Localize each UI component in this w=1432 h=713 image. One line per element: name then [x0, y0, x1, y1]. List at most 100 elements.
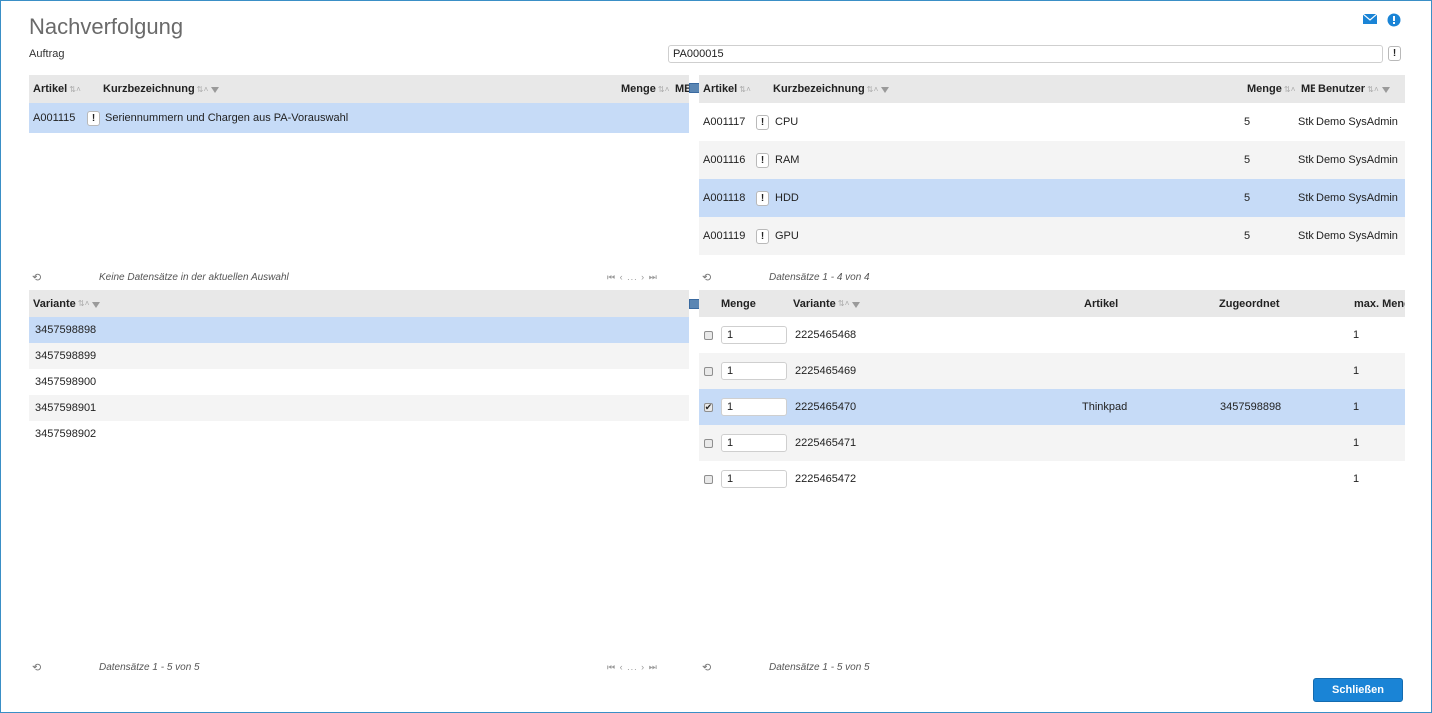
refresh-icon[interactable]: ⟲ [702, 661, 711, 674]
pager-ellipsis: ... [627, 662, 638, 672]
refresh-icon[interactable]: ⟲ [32, 661, 41, 674]
filter-icon[interactable] [1381, 87, 1390, 93]
sort-icon[interactable]: ⇅ ˄ [838, 299, 850, 308]
row-detail-button[interactable]: ! [756, 179, 769, 217]
table-row[interactable]: 1 2225465471 1 [699, 425, 1405, 461]
table-row[interactable]: A001116 ! RAM 5 Stk Demo SysAdmin [699, 141, 1405, 179]
col-menge[interactable]: Menge [721, 290, 756, 317]
menge-input[interactable]: 1 [721, 353, 787, 389]
pager-next-icon[interactable]: › [641, 272, 645, 282]
menge-input[interactable]: 1 [721, 461, 787, 497]
sort-icon[interactable]: ⇅ ˄ [867, 85, 879, 94]
col-kurzbezeichnung[interactable]: Kurzbezeichnung ⇅ ˄ [103, 75, 220, 103]
col-benutzer[interactable]: Benutzer ⇅ ˄ [1318, 75, 1390, 103]
menge-value: 1 [721, 434, 787, 452]
col-me-label: ME [1301, 83, 1315, 95]
col-variante[interactable]: Variante ⇅ ˄ [33, 290, 101, 317]
pager-icons: ⏮ ‹ ... › ⏭ [607, 662, 658, 673]
row-detail-button[interactable]: ! [756, 141, 769, 179]
row-checkbox[interactable] [704, 317, 713, 353]
table-row[interactable]: 1 2225465468 1 [699, 317, 1405, 353]
filter-icon[interactable] [881, 87, 890, 93]
table-row[interactable]: A001115 ! Seriennummern und Chargen aus … [29, 103, 689, 133]
component-grid-header: Artikel ⇅ ˄ Kurzbezeichnung ⇅ ˄ Menge ⇅ ˄ M… [699, 75, 1405, 103]
sort-icon[interactable]: ⇅ ˄ [197, 85, 209, 94]
col-menge-label: Menge [1247, 83, 1282, 95]
filter-icon[interactable] [852, 301, 861, 308]
sort-icon[interactable]: ⇅ ˄ [1284, 85, 1296, 94]
table-row[interactable]: A001118 ! HDD 5 Stk Demo SysAdmin [699, 179, 1405, 217]
row-detail-button[interactable]: ! [756, 103, 769, 141]
col-me-label: ME [675, 83, 689, 95]
variant-grid-header: Variante ⇅ ˄ [29, 290, 689, 317]
col-artikel[interactable]: Artikel ⇅ ˄ [33, 75, 81, 103]
col-artikel[interactable]: Artikel [1084, 290, 1118, 317]
table-row[interactable]: A001117 ! CPU 5 Stk Demo SysAdmin [699, 103, 1405, 141]
row-checkbox[interactable] [704, 425, 713, 461]
assignment-grid: Menge Variante ⇅ ˄ Artikel Zugeordnet max… [699, 290, 1405, 676]
cell-variante: 3457598900 [35, 376, 97, 388]
sort-icon[interactable]: ⇅ ˄ [1367, 85, 1379, 94]
col-artikel-label: Artikel [703, 83, 738, 95]
table-row[interactable]: 1 2225465472 1 [699, 461, 1405, 497]
col-me[interactable]: ME [1301, 75, 1315, 103]
menge-input[interactable]: 1 [721, 317, 787, 353]
col-zugeordnet[interactable]: Zugeordnet [1219, 290, 1280, 317]
table-row[interactable]: 3457598901 [29, 395, 689, 421]
cell-variante: 3457598898 [35, 324, 97, 336]
table-row[interactable]: ✔ 1 2225465470 Thinkpad 3457598898 1 [699, 389, 1405, 425]
auftrag-detail-button[interactable]: ! [1388, 46, 1401, 61]
close-button[interactable]: Schließen [1313, 678, 1403, 702]
table-row[interactable]: 3457598900 [29, 369, 689, 395]
sort-icon[interactable]: ⇅ ˄ [739, 85, 751, 94]
row-checkbox[interactable] [704, 353, 713, 389]
table-row[interactable]: A001119 ! GPU 5 Stk Demo SysAdmin [699, 217, 1405, 255]
col-kurzbezeichnung[interactable]: Kurzbezeichnung ⇅ ˄ [773, 75, 890, 103]
col-variante[interactable]: Variante ⇅ ˄ [793, 290, 861, 317]
refresh-icon[interactable]: ⟲ [702, 271, 711, 284]
row-detail-glyph: ! [756, 190, 769, 206]
pager-next-icon[interactable]: › [641, 662, 645, 672]
row-checkbox[interactable] [704, 461, 713, 497]
table-row[interactable]: 1 2225465469 1 [699, 353, 1405, 389]
col-me[interactable]: ME [675, 75, 689, 103]
cell-menge: 5 [1244, 230, 1251, 242]
table-row[interactable]: 3457598902 [29, 421, 689, 447]
filter-icon[interactable] [211, 87, 220, 93]
menge-value: 1 [721, 326, 787, 344]
col-artikel[interactable]: Artikel ⇅ ˄ [703, 75, 751, 103]
help-icon[interactable] [1387, 13, 1401, 30]
auftrag-input[interactable]: PA000015 [668, 45, 1383, 63]
pager-last-icon[interactable]: ⏭ [649, 272, 658, 282]
sort-icon[interactable]: ⇅ ˄ [69, 85, 81, 94]
filter-icon[interactable] [92, 301, 101, 308]
assignment-grid-header: Menge Variante ⇅ ˄ Artikel Zugeordnet max… [699, 290, 1405, 317]
pager-first-icon[interactable]: ⏮ [607, 272, 616, 282]
cell-menge: 5 [1244, 116, 1251, 128]
table-row[interactable]: 3457598898 [29, 317, 689, 343]
mail-icon[interactable] [1362, 13, 1378, 27]
table-row[interactable]: 3457598899 [29, 343, 689, 369]
sort-icon[interactable]: ⇅ ˄ [658, 85, 670, 94]
menge-input[interactable]: 1 [721, 425, 787, 461]
row-detail-button[interactable]: ! [756, 217, 769, 255]
pager-prev-icon[interactable]: ‹ [620, 272, 624, 282]
pager-prev-icon[interactable]: ‹ [620, 662, 624, 672]
sort-icon[interactable]: ⇅ ˄ [78, 299, 90, 308]
pager-last-icon[interactable]: ⏭ [649, 662, 658, 672]
row-checkbox[interactable]: ✔ [704, 389, 713, 425]
col-menge[interactable]: Menge ⇅ ˄ [621, 75, 670, 103]
cell-kurzbezeichnung: CPU [775, 116, 799, 128]
col-menge[interactable]: Menge ⇅ ˄ [1247, 75, 1296, 103]
col-max-menge[interactable]: max. Menge [1354, 290, 1405, 317]
cell-variante: 3457598901 [35, 402, 97, 414]
auftrag-value: PA000015 [673, 48, 724, 60]
auftrag-grid-header: Artikel ⇅ ˄ Kurzbezeichnung ⇅ ˄ Menge ⇅ ˄ M… [29, 75, 689, 103]
refresh-icon[interactable]: ⟲ [32, 271, 41, 284]
row-detail-glyph: ! [756, 114, 769, 130]
cell-kurzbezeichnung: GPU [775, 230, 799, 242]
pager-first-icon[interactable]: ⏮ [607, 662, 616, 672]
col-menge-label: Menge [621, 83, 656, 95]
row-detail-button[interactable]: ! [87, 103, 100, 133]
menge-input[interactable]: 1 [721, 389, 787, 425]
